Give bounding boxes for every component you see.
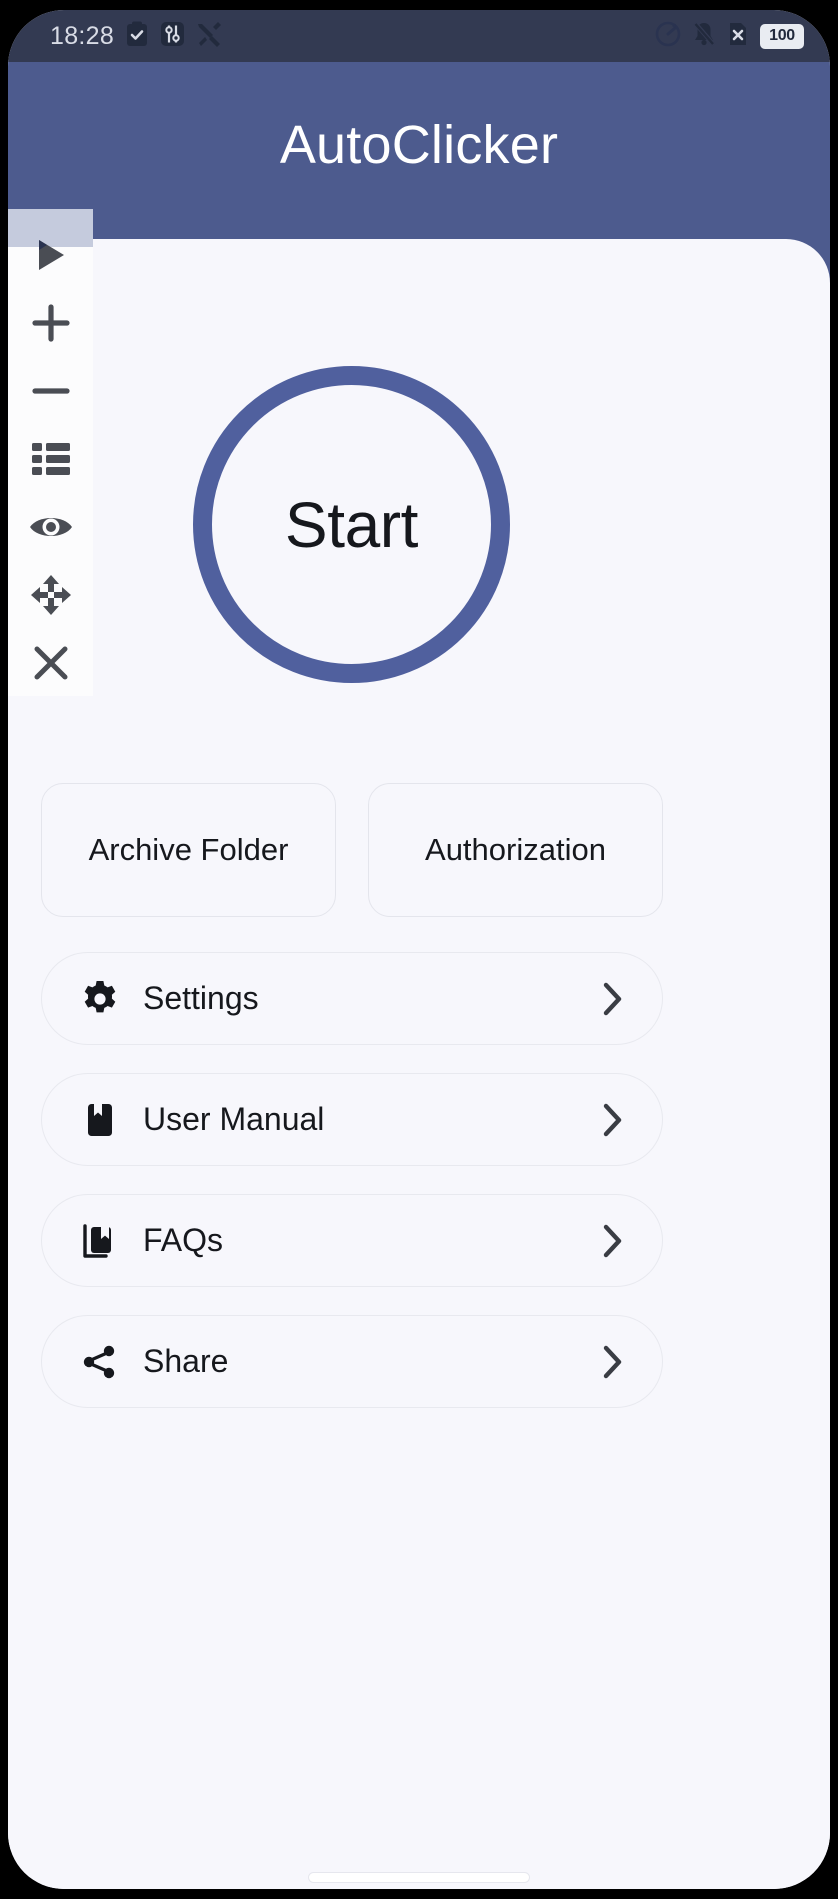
minus-icon (30, 370, 72, 412)
sim-card-off-icon (727, 21, 749, 52)
archive-folder-label: Archive Folder (88, 832, 289, 867)
share-icon (78, 1342, 122, 1382)
navigation-list: Settings User Manual FAQs Share (41, 952, 663, 1436)
phone-screen: 18:28 100 AutoClicker Start Archive Fold… (8, 10, 830, 1889)
chevron-right-icon (602, 1223, 624, 1259)
play-icon (33, 236, 69, 274)
move-arrows-icon (29, 573, 73, 617)
toolbar-add-button[interactable] (8, 289, 93, 357)
eye-icon (28, 511, 74, 543)
battery-level: 100 (760, 23, 804, 49)
chevron-right-icon (602, 981, 624, 1017)
nav-item-share[interactable]: Share (41, 1315, 663, 1408)
nav-item-settings[interactable]: Settings (41, 952, 663, 1045)
gear-icon (78, 979, 122, 1019)
start-button-label: Start (284, 488, 419, 561)
chevron-right-icon (602, 1344, 624, 1380)
nav-item-share-label: Share (143, 1343, 229, 1379)
chevron-right-icon (602, 1102, 624, 1138)
app-title: AutoClicker (279, 115, 559, 175)
authorization-button[interactable]: Authorization (368, 783, 663, 917)
toolbar-move-button[interactable] (8, 561, 93, 629)
floating-toolbar[interactable] (8, 209, 93, 696)
tools-icon (196, 21, 223, 52)
close-x-icon (31, 643, 71, 683)
start-button[interactable]: Start (193, 366, 510, 683)
status-bar-left: 18:28 (50, 21, 223, 52)
plus-icon (30, 302, 72, 344)
home-indicator[interactable] (308, 1872, 530, 1883)
nav-item-user-manual-label: User Manual (143, 1101, 325, 1137)
toolbar-preview-button[interactable] (8, 493, 93, 561)
quick-actions-row: Archive Folder Authorization (41, 783, 663, 917)
status-time: 18:28 (50, 21, 115, 50)
archive-folder-button[interactable]: Archive Folder (41, 783, 336, 917)
toolbar-remove-button[interactable] (8, 357, 93, 425)
status-bar: 18:28 100 (8, 10, 830, 62)
toolbar-play-button[interactable] (8, 221, 93, 289)
authorization-label: Authorization (425, 832, 606, 867)
gauge-speed-icon (655, 21, 681, 52)
toolbar-close-button[interactable] (8, 629, 93, 697)
toolbar-list-button[interactable] (8, 425, 93, 493)
nav-item-settings-label: Settings (143, 980, 259, 1016)
status-bar-right: 100 (655, 21, 804, 52)
nav-item-user-manual[interactable]: User Manual (41, 1073, 663, 1166)
clipboard-check-icon (125, 21, 149, 52)
nav-item-faqs-label: FAQs (143, 1222, 224, 1258)
book-icon (78, 1100, 122, 1140)
nav-item-faqs[interactable]: FAQs (41, 1194, 663, 1287)
sliders-settings-icon (160, 21, 185, 52)
list-icon (30, 441, 72, 477)
bell-muted-icon (692, 21, 716, 52)
books-icon (78, 1221, 122, 1261)
